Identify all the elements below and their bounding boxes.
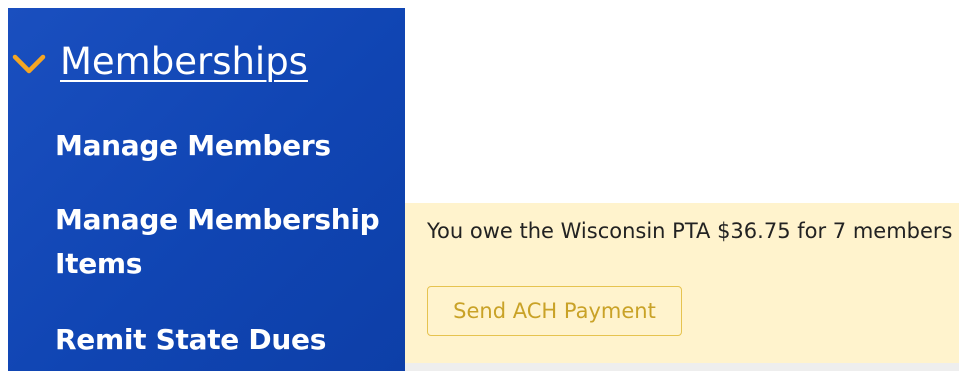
sidebar-item-manage-members[interactable]: Manage Members — [55, 124, 331, 168]
dues-owed-message: You owe the Wisconsin PTA $36.75 for 7 m… — [427, 219, 953, 243]
sidebar-item-remit-state-dues[interactable]: Remit State Dues — [55, 318, 326, 362]
chevron-down-icon[interactable] — [12, 52, 46, 76]
dues-notice-panel: You owe the Wisconsin PTA $36.75 for 7 m… — [405, 203, 959, 363]
memberships-link[interactable]: Memberships — [60, 40, 308, 83]
send-ach-payment-button[interactable]: Send ACH Payment — [427, 286, 682, 336]
sidebar-nav: Memberships Manage Members Manage Member… — [8, 8, 405, 371]
panel-footer-divider — [405, 363, 959, 371]
sidebar-item-manage-membership-items[interactable]: Manage Membership Items — [55, 198, 395, 286]
